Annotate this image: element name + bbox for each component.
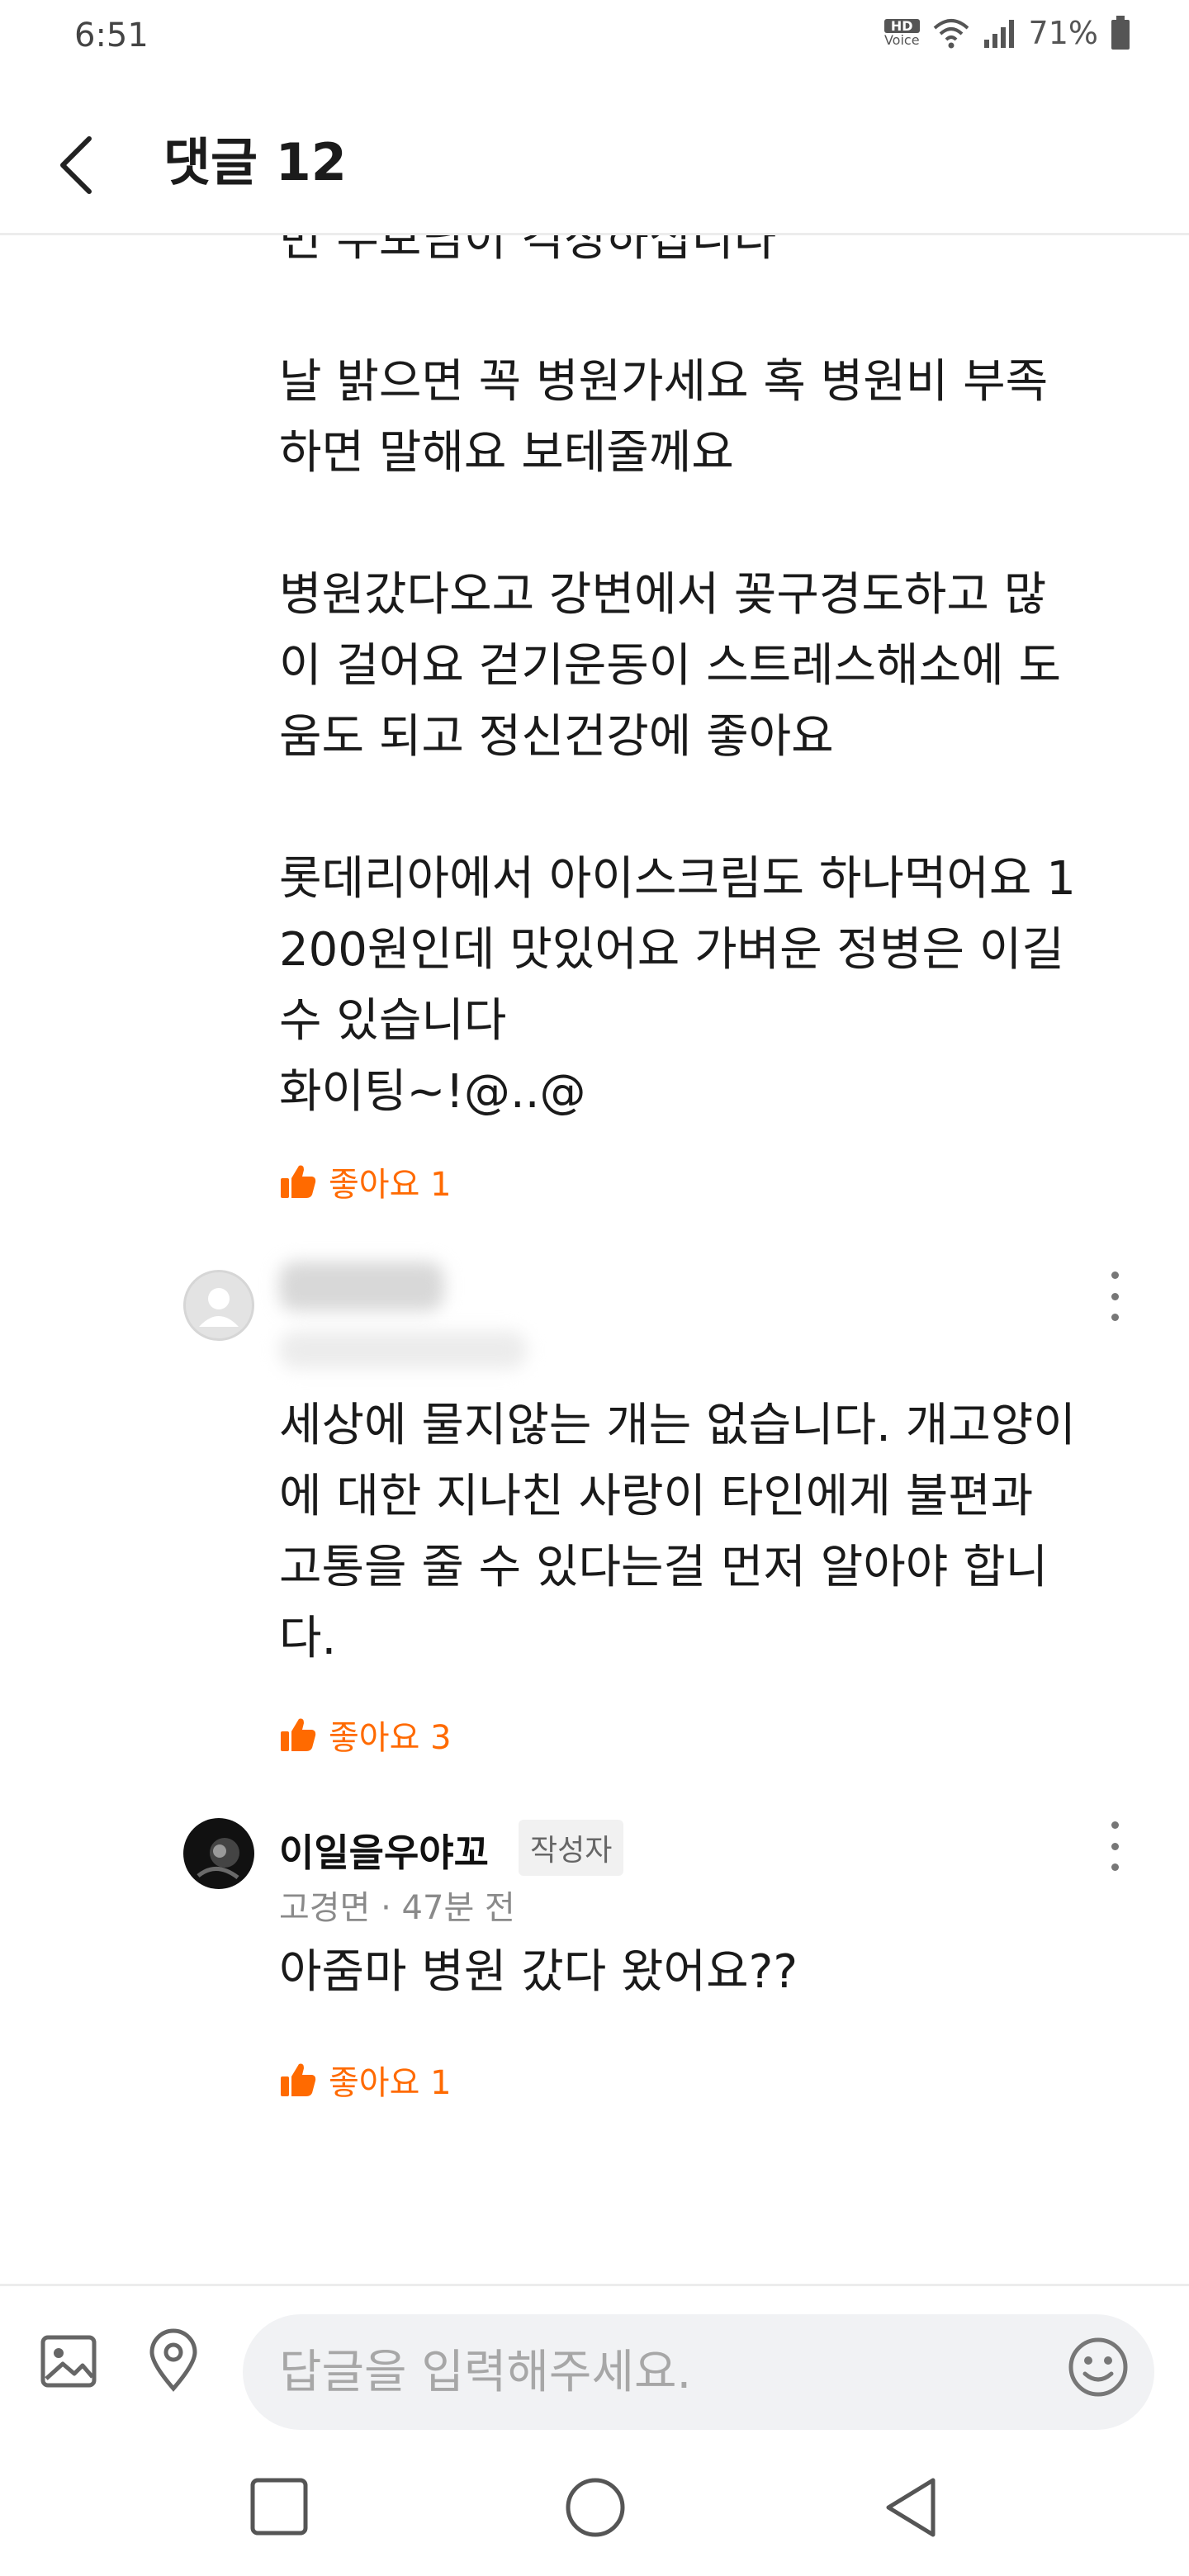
author-badge: 작성자	[519, 1820, 624, 1876]
signal-icon	[983, 20, 1014, 48]
blurred-meta	[279, 1331, 527, 1369]
location-pin-icon[interactable]	[140, 2327, 206, 2394]
more-options-icon[interactable]	[1098, 1821, 1131, 1871]
thumbs-up-icon	[281, 1165, 316, 1198]
default-user-icon	[199, 1288, 239, 1327]
comment-body: 날 밝으면 꼭 병원가세요 혹 병원비 부족 하면 말해요 보테줄께요 병원갔다…	[279, 355, 1076, 1119]
like-label: 좋아요 1	[329, 1166, 452, 1204]
reply-input[interactable]	[243, 2314, 1154, 2430]
like-label: 좋아요 1	[329, 2064, 452, 2102]
back-nav-icon[interactable]	[874, 2470, 948, 2545]
battery-icon	[1111, 16, 1130, 50]
wifi-icon	[933, 19, 969, 49]
status-icons: HD Voice 71%	[883, 15, 1131, 51]
comment-meta: 고경면 · 47분 전	[279, 1889, 515, 1927]
blurred-username	[279, 1262, 444, 1311]
comment-clipped-line: 번 두보님이 걱정하십니다	[279, 235, 777, 267]
home-icon[interactable]	[558, 2470, 632, 2545]
reply-bar	[0, 2284, 1189, 2432]
header: 댓글 12	[0, 91, 1189, 235]
recent-apps-icon[interactable]	[243, 2470, 317, 2545]
hd-label: HD	[883, 19, 920, 33]
battery-percent: 71%	[1028, 15, 1098, 51]
status-bar: 6:51 HD Voice 71%	[0, 0, 1189, 74]
thumbs-up-icon	[281, 2063, 316, 2096]
image-icon[interactable]	[36, 2327, 102, 2394]
author-name[interactable]: 이일을우야꼬	[279, 1823, 489, 1878]
status-time: 6:51	[74, 17, 149, 54]
like-button[interactable]: 좋아요 3	[279, 1711, 452, 1759]
more-options-icon[interactable]	[1098, 1271, 1131, 1321]
comment-body: 세상에 물지않는 개는 없습니다. 개고양이 에 대한 지나친 사랑이 타인에게…	[279, 1399, 1076, 1665]
avatar[interactable]	[183, 1270, 254, 1341]
emoji-icon[interactable]	[1065, 2334, 1131, 2400]
hd-voice-icon: HD Voice	[883, 19, 920, 48]
system-nav-bar	[0, 2431, 1189, 2576]
like-button[interactable]: 좋아요 1	[279, 2056, 452, 2104]
page-title: 댓글 12	[163, 132, 347, 192]
voice-label: Voice	[883, 32, 920, 48]
author-avatar[interactable]	[183, 1818, 254, 1889]
like-label: 좋아요 3	[329, 1719, 452, 1757]
thumbs-up-icon	[281, 1718, 316, 1751]
comment-body: 아줌마 병원 갔다 왔어요??	[279, 1945, 798, 1999]
like-button[interactable]: 좋아요 1	[279, 1158, 452, 1205]
clipped-line-wrapper: 번 두보님이 걱정하십니다	[0, 235, 1189, 301]
back-icon[interactable]	[46, 124, 112, 206]
author-avatar-image	[183, 1818, 254, 1889]
